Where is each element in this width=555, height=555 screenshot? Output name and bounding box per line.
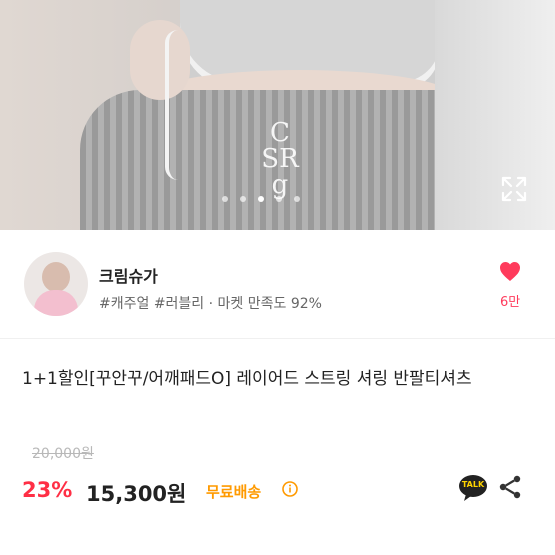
discount-rate: 23% [22,478,73,502]
info-icon[interactable] [282,481,298,497]
model-image-right [435,0,555,230]
heart-icon[interactable] [498,260,522,282]
carousel-dot[interactable] [222,196,228,202]
seller-avatar[interactable] [24,252,88,316]
original-price: 20,000원 [32,446,94,462]
kakao-talk-button[interactable]: TALK [458,474,488,502]
share-icon[interactable] [497,474,523,500]
avatar-face [42,262,70,292]
expand-icon[interactable] [500,175,528,203]
product-image-carousel[interactable]: C SR g [0,0,555,230]
carousel-indicator[interactable] [222,196,300,202]
carousel-dot[interactable] [276,196,282,202]
avatar-body [34,290,78,316]
carousel-dot[interactable] [240,196,246,202]
talk-label: TALK [461,480,485,489]
product-title: 1+1할인[꾸안꾸/어깨패드O] 레이어드 스트링 셔링 반팔티셔츠 [22,369,472,389]
carousel-dot-active[interactable] [258,196,264,202]
seller-section: 크림슈가 #캐주얼 #러블리 · 마켓 만족도 92% 6만 [0,230,555,339]
seller-meta: #캐주얼 #러블리 · 마켓 만족도 92% [99,296,322,312]
free-shipping-label: 무료배송 [206,483,262,501]
carousel-dot[interactable] [294,196,300,202]
like-count: 6만 [500,295,521,310]
seller-name[interactable]: 크림슈가 [99,263,158,287]
shirt-string [165,30,191,180]
sale-price: 15,300원 [86,482,187,506]
